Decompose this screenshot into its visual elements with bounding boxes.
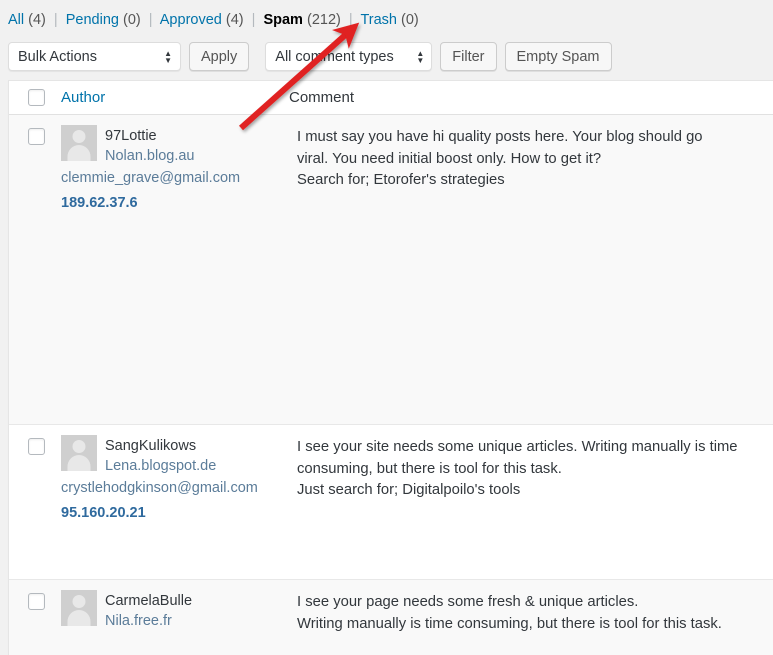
avatar [61,435,97,471]
author-header: CarmelaBulle Nila.free.fr [61,590,277,632]
select-all-checkbox[interactable] [27,89,45,106]
avatar-head-shape [72,440,86,453]
bulk-actions-select[interactable]: Bulk Actions ▲ ▼ [8,42,181,71]
author-ip-link[interactable]: 189.62.37.6 [61,193,277,214]
row-author-cell: SangKulikows Lena.blogspot.de crystlehod… [61,425,289,579]
status-link-pending-label: Pending [65,12,119,28]
row-comment-cell: I see your site needs some unique articl… [289,425,773,579]
comment-type-select[interactable]: All comment types ▲ ▼ [265,42,433,71]
table-row[interactable]: SangKulikows Lena.blogspot.de crystlehod… [9,425,773,580]
avatar-head-shape [72,595,86,608]
comment-status-links: All (4) | Pending (0) | Approved (4) | S… [8,9,419,31]
row-author-cell: 97Lottie Nolan.blog.au clemmie_grave@gma… [61,115,289,424]
author-names: 97Lottie Nolan.blog.au [105,125,195,167]
column-header-comment[interactable]: Comment [289,89,773,106]
author-names: SangKulikows Lena.blogspot.de [105,435,216,477]
status-link-spam-label: Spam [263,12,303,28]
avatar-head-shape [72,130,86,143]
comment-type-select-value: All comment types [275,48,394,65]
status-link-approved[interactable]: Approved [160,12,222,28]
apply-button-label: Apply [201,48,238,65]
comments-table: Author Comment 97Lottie Nolan.blog.au cl… [8,80,773,655]
author-header: SangKulikows Lena.blogspot.de [61,435,277,477]
filter-button[interactable]: Filter [440,42,497,71]
row-select-cell [9,580,61,655]
comment-line: consuming, but there is tool for this ta… [297,460,562,477]
comment-line: Writing manually is time consuming, but … [297,615,722,632]
comment-line: I see your site needs some unique articl… [297,439,738,455]
comment-line: Search for; Etorofer's strategies [297,172,505,188]
row-comment-cell: I see your page needs some fresh & uniqu… [289,580,773,655]
status-count-spam: (212) [306,12,341,28]
table-row[interactable]: 97Lottie Nolan.blog.au clemmie_grave@gma… [9,115,773,425]
author-site-link[interactable]: Nila.free.fr [105,611,192,632]
author-email-link[interactable]: crystlehodgkinson@gmail.com [61,478,277,499]
status-count-pending: (0) [122,12,141,28]
select-updown-arrows-icon: ▲ ▼ [164,48,172,65]
status-link-approved-label: Approved [159,12,222,28]
filter-button-label: Filter [452,48,485,65]
apply-button[interactable]: Apply [189,42,250,71]
status-link-trash-label: Trash [360,12,397,28]
row-author-cell: CarmelaBulle Nila.free.fr [61,580,289,655]
empty-spam-button-label: Empty Spam [516,48,600,65]
select-updown-arrows-icon-2: ▲ ▼ [416,48,425,65]
status-link-spam[interactable]: Spam [263,12,303,28]
status-separator-4: | [348,12,353,28]
comment-line: I see your page needs some fresh & uniqu… [297,594,639,610]
row-checkbox[interactable] [27,128,45,145]
author-name: SangKulikows [105,438,197,454]
status-separator-1: | [53,12,58,28]
author-site-link[interactable]: Lena.blogspot.de [105,456,216,477]
comment-line: I must say you have hi quality posts her… [297,129,703,145]
row-checkbox[interactable] [27,438,45,455]
select-all-cell [9,89,61,106]
empty-spam-button[interactable]: Empty Spam [504,42,612,71]
status-separator-3: | [251,12,256,28]
status-count-approved: (4) [225,12,244,28]
column-header-author[interactable]: Author [61,89,289,106]
status-link-all-label: All [8,12,25,28]
status-separator-2: | [148,12,153,28]
table-navigation-toolbar: Bulk Actions ▲ ▼ Apply All comment types … [8,41,612,72]
comment-line: Just search for; Digitalpoilo's tools [297,482,521,498]
author-name: 97Lottie [105,128,157,144]
author-names: CarmelaBulle Nila.free.fr [105,590,192,632]
table-row[interactable]: CarmelaBulle Nila.free.fr I see your pag… [9,580,773,655]
status-link-pending[interactable]: Pending [66,12,119,28]
row-comment-cell: I must say you have hi quality posts her… [289,115,773,424]
status-count-all: (4) [28,12,46,28]
avatar-body-shape [67,610,91,626]
bulk-actions-select-value: Bulk Actions [18,48,97,65]
status-link-all[interactable]: All [8,12,24,28]
author-site-link[interactable]: Nolan.blog.au [105,146,195,167]
author-name: CarmelaBulle [105,593,193,609]
status-count-trash: (0) [401,12,419,28]
author-ip-link[interactable]: 95.160.20.21 [61,503,277,524]
row-select-cell [9,115,61,424]
row-checkbox[interactable] [27,593,45,610]
comment-line: viral. You need initial boost only. How … [297,150,602,167]
row-select-cell [9,425,61,579]
avatar-body-shape [67,145,91,161]
avatar [61,590,97,626]
author-header: 97Lottie Nolan.blog.au [61,125,277,167]
wordpress-comments-admin-screen: All (4) | Pending (0) | Approved (4) | S… [0,0,773,655]
status-link-trash[interactable]: Trash [360,12,397,28]
table-header-row: Author Comment [9,81,773,115]
avatar-body-shape [67,455,91,471]
author-email-link[interactable]: clemmie_grave@gmail.com [61,168,277,189]
avatar [61,125,97,161]
